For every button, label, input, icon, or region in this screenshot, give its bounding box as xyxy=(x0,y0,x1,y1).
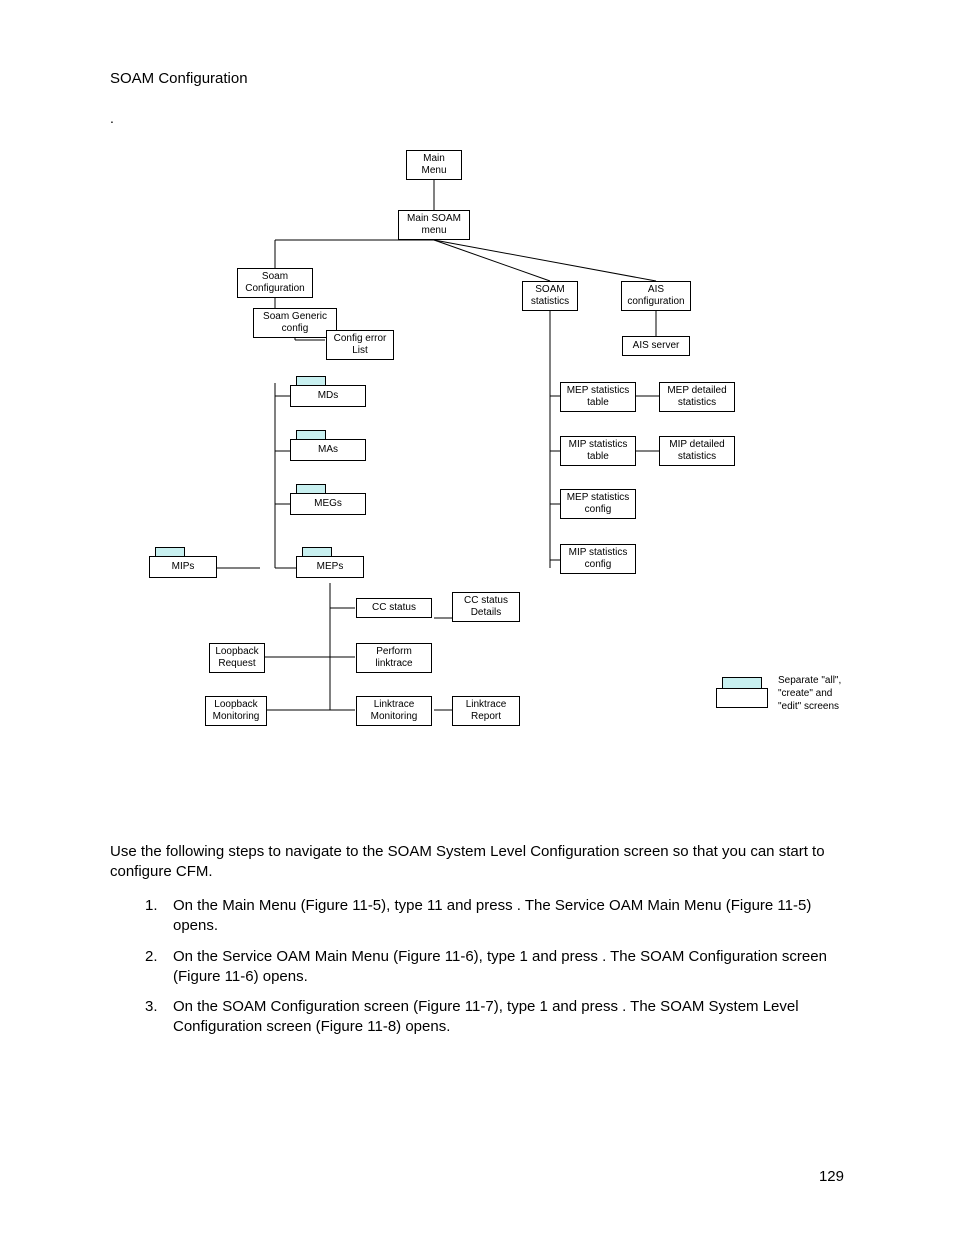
connector-lines xyxy=(0,140,954,760)
step-body: On the Service OAM Main Menu (Figure 11-… xyxy=(173,947,850,988)
step-number: 1. xyxy=(145,896,173,937)
node-ais-server: AIS server xyxy=(622,336,690,356)
node-loopback-monitoring: Loopback Monitoring xyxy=(205,696,267,726)
node-main-soam-menu: Main SOAM menu xyxy=(398,210,470,240)
step-1: 1. On the Main Menu (Figure 11-5), type … xyxy=(145,896,850,937)
node-mip-statistics-table: MIP statistics table xyxy=(560,436,636,466)
node-soam-configuration: Soam Configuration xyxy=(237,268,313,298)
node-mep-detailed-statistics: MEP detailed statistics xyxy=(659,382,735,412)
node-main-menu: Main Menu xyxy=(406,150,462,180)
section-title: SOAM Configuration xyxy=(110,70,248,87)
node-mep-statistics-table: MEP statistics table xyxy=(560,382,636,412)
node-config-error-list: Config error List xyxy=(326,330,394,360)
node-mip-detailed-statistics: MIP detailed statistics xyxy=(659,436,735,466)
node-mds: MDs xyxy=(290,385,366,407)
page-number: 129 xyxy=(819,1168,844,1185)
node-perform-linktrace: Perform linktrace xyxy=(356,643,432,673)
step-number: 2. xyxy=(145,947,173,988)
node-ais-configuration: AIS configuration xyxy=(621,281,691,311)
steps-list: 1. On the Main Menu (Figure 11-5), type … xyxy=(145,896,850,1048)
step-2: 2. On the Service OAM Main Menu (Figure … xyxy=(145,947,850,988)
legend-box xyxy=(716,688,768,708)
intro-paragraph: Use the following steps to navigate to t… xyxy=(110,842,850,883)
node-meps: MEPs xyxy=(296,556,364,578)
node-cc-status-details: CC status Details xyxy=(452,592,520,622)
node-soam-generic-config: Soam Generic config xyxy=(253,308,337,338)
dot: . xyxy=(110,110,114,126)
node-linktrace-report: Linktrace Report xyxy=(452,696,520,726)
node-megs: MEGs xyxy=(290,493,366,515)
step-3: 3. On the SOAM Configuration screen (Fig… xyxy=(145,997,850,1038)
step-body: On the SOAM Configuration screen (Figure… xyxy=(173,997,850,1038)
node-soam-statistics: SOAM statistics xyxy=(522,281,578,311)
step-number: 3. xyxy=(145,997,173,1038)
node-linktrace-monitoring: Linktrace Monitoring xyxy=(356,696,432,726)
node-mips: MIPs xyxy=(149,556,217,578)
node-mas: MAs xyxy=(290,439,366,461)
node-mep-statistics-config: MEP statistics config xyxy=(560,489,636,519)
node-loopback-request: Loopback Request xyxy=(209,643,265,673)
node-cc-status: CC status xyxy=(356,598,432,618)
menu-hierarchy-diagram: Main Menu Main SOAM menu Soam Configurat… xyxy=(0,140,954,740)
node-mip-statistics-config: MIP statistics config xyxy=(560,544,636,574)
step-body: On the Main Menu (Figure 11-5), type 11 … xyxy=(173,896,850,937)
legend-text: Separate "all", "create" and "edit" scre… xyxy=(778,674,858,713)
